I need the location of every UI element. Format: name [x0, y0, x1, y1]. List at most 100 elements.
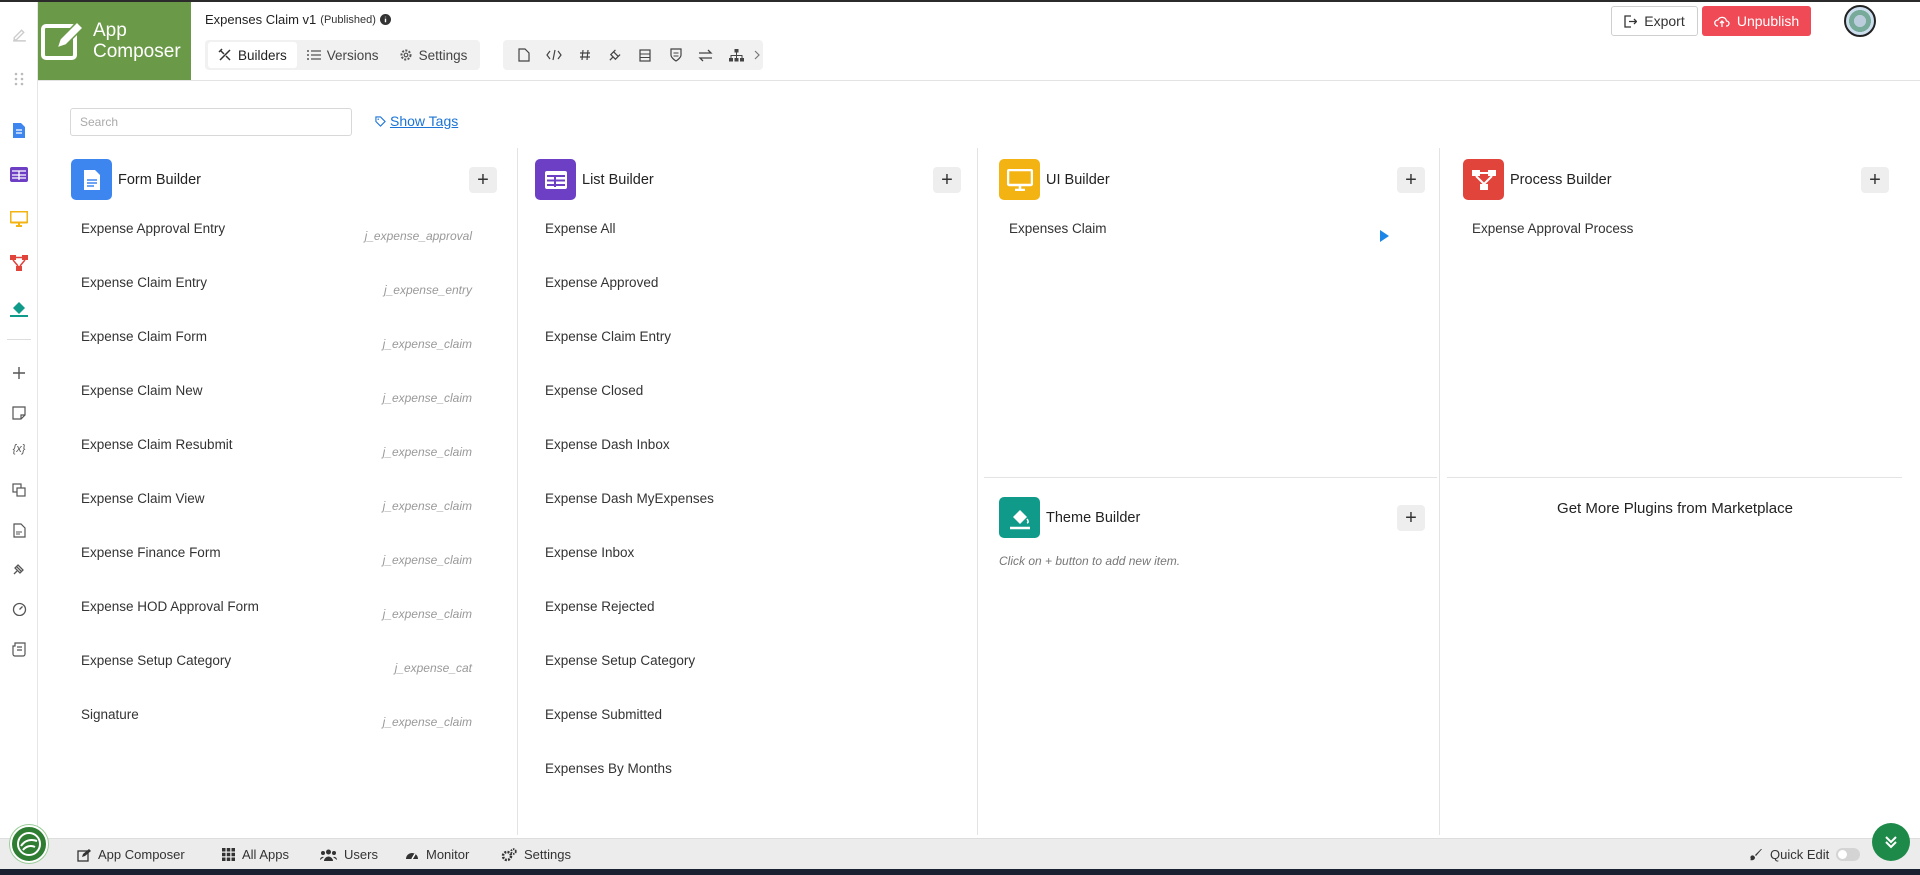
- hash-icon[interactable]: [570, 42, 600, 68]
- quick-edit-switch[interactable]: [1836, 848, 1861, 861]
- gauge-icon: [406, 853, 418, 860]
- add-icon[interactable]: [9, 363, 29, 383]
- footer-app-composer-label: App Composer: [98, 847, 185, 862]
- list-item[interactable]: Expense Dash MyExpenses: [545, 491, 714, 506]
- export-button[interactable]: Export: [1611, 6, 1698, 36]
- list-item[interactable]: Expense Setup Category: [545, 653, 695, 668]
- cloud-icon: [1713, 16, 1730, 27]
- logo-text: App Composer: [93, 20, 181, 62]
- scroll-rail-icon[interactable]: [9, 639, 29, 659]
- add-ui-button[interactable]: +: [1397, 167, 1425, 193]
- list-item[interactable]: Expense Rejected: [545, 599, 655, 614]
- form-item[interactable]: Expense Approval Entry: [81, 221, 225, 236]
- footer-app-composer[interactable]: App Composer: [77, 847, 185, 862]
- process-item[interactable]: Expense Approval Process: [1472, 221, 1633, 236]
- form-item-tag: j_expense_cat: [394, 661, 472, 675]
- add-list-button[interactable]: +: [933, 167, 961, 193]
- unpublish-button[interactable]: Unpublish: [1702, 6, 1811, 36]
- add-process-button[interactable]: +: [1861, 167, 1889, 193]
- form-item[interactable]: Expense Claim View: [81, 491, 205, 506]
- form-item[interactable]: Expense Claim New: [81, 383, 203, 398]
- tab-builders[interactable]: Builders: [208, 42, 297, 68]
- scroll-down-button[interactable]: [1872, 823, 1910, 861]
- footer-settings[interactable]: Settings: [501, 847, 571, 862]
- file-icon[interactable]: [509, 42, 539, 68]
- process-builder-rail-icon[interactable]: [9, 253, 29, 273]
- search-input[interactable]: [70, 108, 352, 136]
- edit-icon: [77, 848, 91, 862]
- form-item-tag: j_expense_approval: [364, 229, 472, 243]
- window-top-border: [0, 0, 1920, 2]
- list-item[interactable]: Expense Inbox: [545, 545, 634, 560]
- transfer-icon[interactable]: [691, 42, 721, 68]
- ui-item[interactable]: Expenses Claim: [1009, 221, 1107, 236]
- footer-all-apps[interactable]: All Apps: [222, 847, 289, 862]
- variable-icon[interactable]: {x}: [7, 439, 31, 459]
- app-composer-logo-icon: [41, 20, 85, 60]
- form-item[interactable]: Expense Claim Entry: [81, 275, 207, 290]
- list-item[interactable]: Expense Dash Inbox: [545, 437, 670, 452]
- form-item-tag: j_expense_claim: [382, 607, 472, 621]
- user-avatar[interactable]: [1844, 5, 1876, 37]
- taskbar-strip: [0, 869, 1920, 875]
- form-item[interactable]: Signature: [81, 707, 139, 722]
- document-icon[interactable]: [9, 520, 29, 540]
- export-label: Export: [1644, 13, 1685, 29]
- gauge-rail-icon[interactable]: [9, 599, 29, 619]
- tab-builders-label: Builders: [238, 47, 287, 63]
- tab-settings[interactable]: Settings: [389, 42, 478, 68]
- logo-line-1: App: [93, 20, 127, 41]
- list-item[interactable]: Expense All: [545, 221, 616, 236]
- sitemap-icon[interactable]: [721, 42, 751, 68]
- list-item[interactable]: Expense Approved: [545, 275, 658, 290]
- ui-builder-rail-icon[interactable]: [9, 209, 29, 229]
- form-builder-header: Form Builder: [71, 159, 201, 200]
- joget-logo-icon[interactable]: [10, 825, 48, 863]
- app-composer-logo[interactable]: App Composer: [38, 2, 191, 80]
- list-item[interactable]: Expense Closed: [545, 383, 643, 398]
- show-tags-link[interactable]: Show Tags: [375, 113, 458, 129]
- column-divider: [517, 148, 518, 835]
- add-theme-button[interactable]: +: [1397, 505, 1425, 531]
- form-item[interactable]: Expense Claim Resubmit: [81, 437, 233, 452]
- left-rail: {x}: [0, 2, 38, 840]
- theme-builder-rail-icon[interactable]: [9, 298, 29, 318]
- plugin-rail-icon[interactable]: [9, 559, 29, 579]
- form-item[interactable]: Expense Claim Form: [81, 329, 207, 344]
- list-item[interactable]: Expense Claim Entry: [545, 329, 671, 344]
- translate-icon[interactable]: [9, 480, 29, 500]
- list-item[interactable]: Expenses By Months: [545, 761, 672, 776]
- column-divider: [1439, 148, 1440, 835]
- list-builder-rail-icon[interactable]: [9, 164, 29, 184]
- drag-handle-icon[interactable]: [9, 69, 29, 89]
- footer-users[interactable]: Users: [320, 847, 378, 862]
- form-item[interactable]: Expense Finance Form: [81, 545, 221, 560]
- app-title: Expenses Claim v1 (Published): [205, 12, 391, 27]
- edit-icon[interactable]: [9, 24, 29, 44]
- builder-toolbar: [503, 40, 763, 70]
- shield-icon[interactable]: [660, 42, 690, 68]
- code-icon[interactable]: [539, 42, 569, 68]
- form-item-tag: j_expense_claim: [382, 391, 472, 405]
- footer-users-label: Users: [344, 847, 378, 862]
- chevron-right-icon[interactable]: [751, 42, 763, 68]
- tab-versions[interactable]: Versions: [297, 42, 389, 68]
- footer-monitor[interactable]: Monitor: [405, 847, 469, 862]
- form-item[interactable]: Expense Setup Category: [81, 653, 231, 668]
- form-item-tag: j_expense_claim: [382, 715, 472, 729]
- form-builder-rail-icon[interactable]: [9, 120, 29, 140]
- list-item[interactable]: Expense Submitted: [545, 707, 662, 722]
- note-icon[interactable]: [9, 403, 29, 423]
- add-form-button[interactable]: +: [469, 167, 497, 193]
- database-icon[interactable]: [630, 42, 660, 68]
- form-item[interactable]: Expense HOD Approval Form: [81, 599, 259, 614]
- marketplace-link[interactable]: Get More Plugins from Marketplace: [1448, 500, 1902, 517]
- quick-edit-toggle[interactable]: Quick Edit: [1750, 847, 1861, 862]
- info-icon[interactable]: [379, 14, 391, 25]
- list-icon: [306, 50, 321, 60]
- unpublish-label: Unpublish: [1736, 13, 1800, 29]
- play-icon[interactable]: [1379, 230, 1389, 242]
- list-builder-icon: [535, 159, 576, 200]
- plugin-icon[interactable]: [600, 42, 630, 68]
- cogs-icon: [501, 847, 517, 861]
